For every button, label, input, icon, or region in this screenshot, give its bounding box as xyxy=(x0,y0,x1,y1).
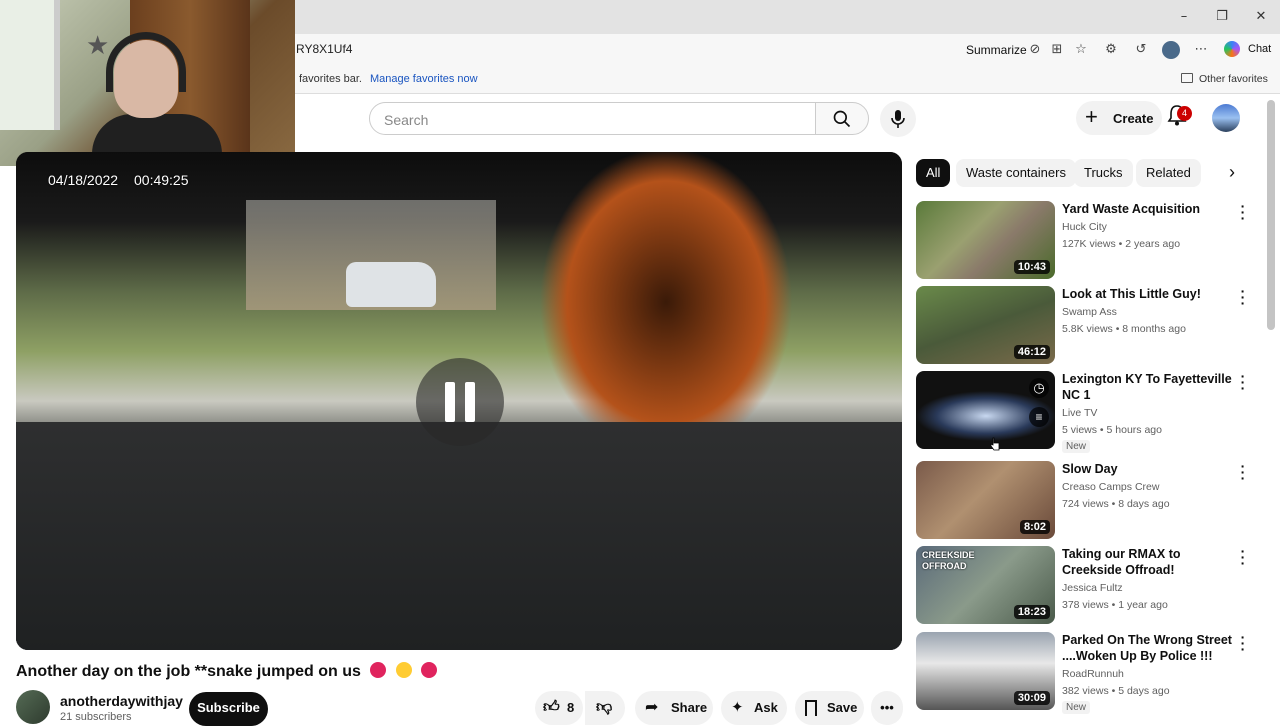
emoji-icon xyxy=(370,662,387,678)
channel-name[interactable]: anotherdaywithjay xyxy=(60,693,183,709)
recommendation-meta: 127K views • 2 years ago xyxy=(1062,238,1181,250)
extension-icon[interactable]: ⚙ xyxy=(1103,42,1119,58)
url-text[interactable]: RY8X1Uf4 xyxy=(296,42,352,56)
watch-later-icon[interactable]: ◷ xyxy=(1029,378,1049,398)
webcam-person xyxy=(92,30,222,166)
recommendation-channel[interactable]: Live TV xyxy=(1062,407,1097,419)
recommendation-item[interactable]: 46:12 Look at This Little Guy! Swamp Ass… xyxy=(916,284,1256,366)
account-avatar[interactable] xyxy=(1212,104,1240,132)
recommendation-title[interactable]: Taking our RMAX to Creekside Offroad! xyxy=(1062,546,1234,578)
manage-favorites-link[interactable]: Manage favorites now xyxy=(370,73,478,85)
hand-cursor-icon xyxy=(990,437,1000,451)
video-thumbnail[interactable]: 10:43 xyxy=(916,201,1055,279)
emoji-icon xyxy=(395,662,412,678)
more-menu-icon[interactable]: ⋯ xyxy=(1193,42,1209,58)
recommendation-channel[interactable]: Swamp Ass xyxy=(1062,306,1117,318)
favbar-text: favorites bar. xyxy=(299,73,362,85)
video-title: Another day on the job **snake jumped on… xyxy=(16,662,438,681)
kebab-menu-icon[interactable]: · · · xyxy=(1238,369,1248,395)
search-button[interactable] xyxy=(815,102,869,135)
kebab-menu-icon[interactable]: · · · xyxy=(1238,459,1248,485)
video-thumbnail[interactable]: ◷ ≡ xyxy=(916,371,1055,449)
recommendation-meta: 378 views • 1 year ago xyxy=(1062,599,1168,611)
more-horizontal-icon: ••• xyxy=(880,700,894,715)
create-label: Create xyxy=(1113,111,1154,126)
video-player[interactable]: 04/18/2022 00:49:25 xyxy=(16,152,902,650)
chat-button[interactable]: Chat xyxy=(1248,43,1271,55)
chip-related[interactable]: Related xyxy=(1136,159,1201,187)
recommendation-channel[interactable]: Jessica Fultz xyxy=(1062,582,1123,594)
duration-badge: 46:12 xyxy=(1013,345,1050,359)
recommendation-meta: 724 views • 8 days ago xyxy=(1062,498,1170,510)
recommendation-meta: 5.8K views • 8 months ago xyxy=(1062,323,1186,335)
scrollbar[interactable] xyxy=(1267,100,1275,330)
video-date-stamp: 04/18/2022 xyxy=(48,172,119,188)
recommendation-item[interactable]: 10:43 Yard Waste Acquisition Huck City 1… xyxy=(916,199,1256,281)
chip-all[interactable]: All xyxy=(916,159,951,187)
recommendation-title[interactable]: Lexington KY To Fayetteville NC 1 xyxy=(1062,371,1234,403)
kebab-menu-icon[interactable]: · · · xyxy=(1238,630,1248,656)
recommendation-title[interactable]: Slow Day xyxy=(1062,461,1234,477)
voice-search-button[interactable] xyxy=(880,101,916,137)
chevron-right-icon[interactable]: › xyxy=(1220,160,1244,184)
recommendation-title[interactable]: Look at This Little Guy! xyxy=(1062,286,1234,302)
folder-icon xyxy=(1181,73,1193,83)
recommendation-channel[interactable]: Huck City xyxy=(1062,221,1107,233)
video-thumbnail[interactable]: 8:02 xyxy=(916,461,1055,539)
bookmark-icon xyxy=(805,700,817,716)
subscriber-count: 21 subscribers xyxy=(60,711,132,723)
close-icon[interactable]: ✕ xyxy=(1252,8,1270,26)
duration-badge: 18:23 xyxy=(1013,605,1050,619)
restore-icon[interactable]: ❐ xyxy=(1213,8,1231,26)
search-icon xyxy=(833,110,851,128)
microphone-icon xyxy=(891,110,905,128)
video-thumbnail[interactable]: CREEKSIDE OFFROAD 18:23 xyxy=(916,546,1055,624)
summarize-button[interactable]: Summarize xyxy=(966,43,1027,57)
kebab-menu-icon[interactable]: · · · xyxy=(1238,544,1248,570)
copilot-icon[interactable] xyxy=(1224,41,1240,57)
video-thumbnail[interactable]: 30:09 xyxy=(916,632,1055,710)
recommendation-title[interactable]: Yard Waste Acquisition xyxy=(1062,201,1234,217)
recommendation-title[interactable]: Parked On The Wrong Street ....Woken Up … xyxy=(1062,632,1234,664)
chip-trucks[interactable]: Trucks xyxy=(1074,159,1133,187)
plus-icon: + xyxy=(1085,104,1098,129)
recommendation-item[interactable]: CREEKSIDE OFFROAD 18:23 Taking our RMAX … xyxy=(916,544,1256,626)
webcam-overlay: ★ xyxy=(0,0,295,166)
video-time-stamp: 00:49:25 xyxy=(134,172,189,188)
duration-badge: 10:43 xyxy=(1013,260,1050,274)
recommendation-item[interactable]: ◷ ≡ Lexington KY To Fayetteville NC 1 Li… xyxy=(916,369,1256,453)
video-thumbnail[interactable]: 46:12 xyxy=(916,286,1055,364)
notification-badge: 4 xyxy=(1177,106,1192,121)
subscribe-button[interactable]: Subscribe xyxy=(189,692,268,726)
history-icon[interactable]: ↺ xyxy=(1133,42,1149,58)
favorite-star-icon[interactable]: ☆ xyxy=(1073,42,1089,58)
create-button[interactable]: + Create xyxy=(1076,101,1162,135)
video-title-text: Another day on the job **snake jumped on… xyxy=(16,663,361,680)
recommendation-item[interactable]: 8:02 Slow Day Creaso Camps Crew 724 view… xyxy=(916,459,1256,541)
extensions-grid-icon[interactable]: ⊞ xyxy=(1049,42,1065,58)
new-badge: New xyxy=(1062,701,1091,714)
translate-icon[interactable]: ⊘ xyxy=(1027,42,1043,58)
recommendation-channel[interactable]: RoadRunnuh xyxy=(1062,668,1124,680)
profile-avatar[interactable] xyxy=(1162,41,1180,59)
recommendation-meta: 382 views • 5 days ago xyxy=(1062,685,1170,697)
chip-waste-containers[interactable]: Waste containers xyxy=(956,159,1076,187)
channel-avatar[interactable] xyxy=(16,690,50,724)
thumbnail-overlay-text: CREEKSIDE OFFROAD xyxy=(922,550,975,571)
new-badge: New xyxy=(1062,440,1091,453)
recommendation-channel[interactable]: Creaso Camps Crew xyxy=(1062,481,1159,493)
add-to-queue-icon[interactable]: ≡ xyxy=(1029,407,1049,427)
minimize-icon[interactable]: – xyxy=(1175,8,1193,26)
duration-badge: 30:09 xyxy=(1013,691,1050,705)
recommendation-item[interactable]: 30:09 Parked On The Wrong Street ....Wok… xyxy=(916,630,1256,714)
other-favorites-button[interactable]: Other favorites xyxy=(1199,73,1268,85)
recommendation-meta: 5 views • 5 hours ago xyxy=(1062,424,1162,436)
duration-badge: 8:02 xyxy=(1019,520,1050,534)
search-input[interactable]: Search xyxy=(369,102,816,135)
kebab-menu-icon[interactable]: · · · xyxy=(1238,199,1248,225)
kebab-menu-icon[interactable]: · · · xyxy=(1238,284,1248,310)
emoji-icon xyxy=(421,662,438,678)
pause-icon[interactable] xyxy=(416,358,504,446)
